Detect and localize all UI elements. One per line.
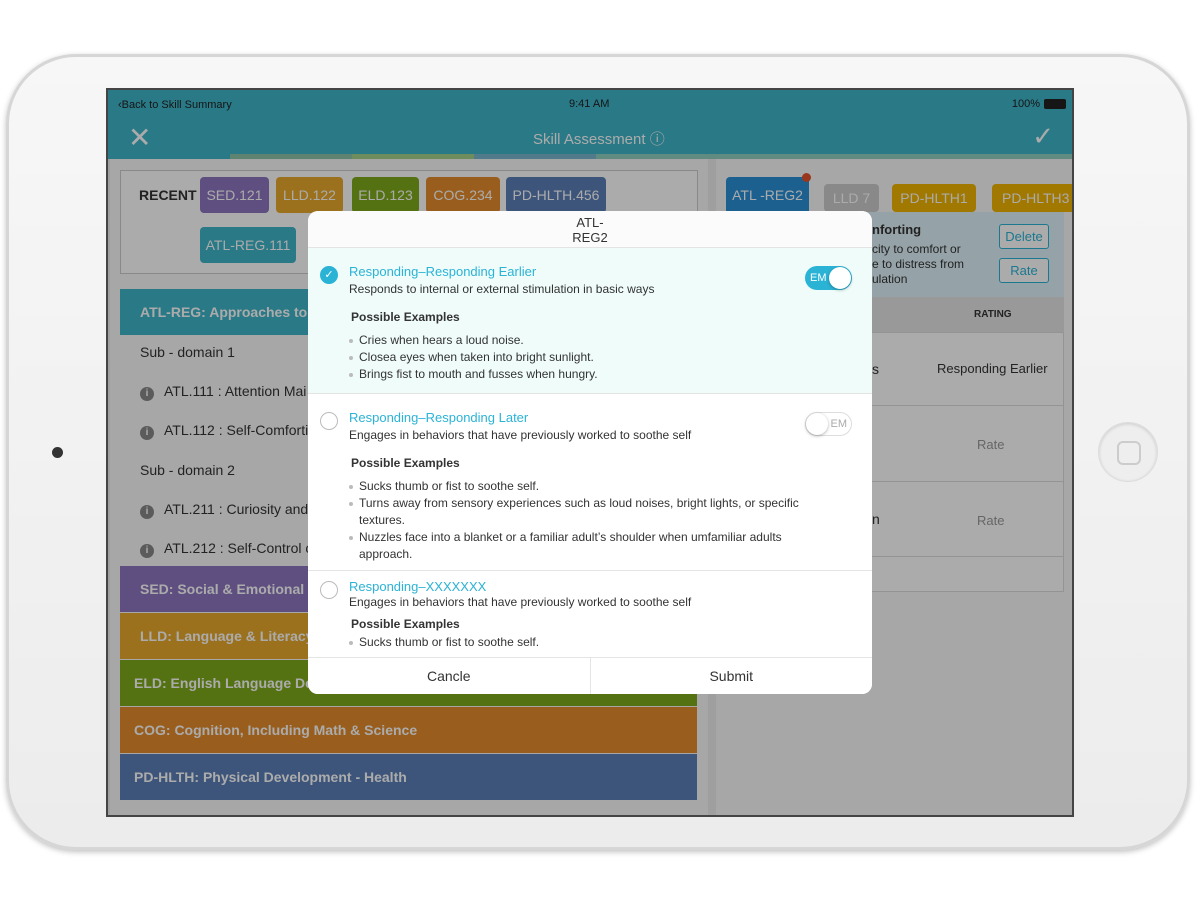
example-item: Nuzzles face into a blanket or a familia… [349, 529, 829, 563]
option-desc: Engages in behaviors that have previousl… [349, 428, 692, 442]
examples-label: Possible Examples [351, 310, 460, 324]
example-item: Sucks thumb or fist to soothe self. [349, 634, 829, 651]
home-button[interactable] [1098, 422, 1158, 482]
modal-title: ATL- REG2 [308, 211, 872, 248]
option-title: Responding–XXXXXXX [349, 579, 487, 594]
cancel-button[interactable]: Cancle [308, 658, 591, 694]
modal-footer: Cancle Submit [308, 657, 872, 694]
toggle-label: EM [810, 272, 827, 284]
option-responding-later[interactable]: Responding–Responding Later Engages in b… [308, 394, 872, 571]
rating-modal: ATL- REG2 ✓ Responding–Responding Earlier… [308, 211, 872, 694]
camera-icon [52, 447, 63, 458]
option-responding-xxxxxxx[interactable]: Responding–XXXXXXX Engages in behaviors … [308, 571, 872, 657]
option-desc: Engages in behaviors that have previousl… [349, 595, 692, 609]
option-title: Responding–Responding Later [349, 410, 529, 425]
option-desc: Responds to internal or external stimula… [349, 282, 655, 296]
example-item: Closea eyes when taken into bright sunli… [349, 349, 829, 366]
option-responding-earlier[interactable]: ✓ Responding–Responding Earlier Responds… [308, 248, 872, 394]
screen: ‹Back to Skill Summary 9:41 AM 100% ✕ Sk… [106, 88, 1074, 817]
option-title: Responding–Responding Earlier [349, 264, 537, 279]
example-item: Sucks thumb or fist to soothe self. [349, 478, 829, 495]
example-item: Turns away from sensory experiences such… [349, 495, 829, 529]
toggle-label: EM [830, 418, 848, 430]
title-line: ATL- [576, 215, 604, 230]
examples-label: Possible Examples [351, 456, 460, 470]
em-toggle[interactable]: EM [805, 412, 852, 436]
title-line: REG2 [572, 230, 608, 245]
submit-button[interactable]: Submit [591, 658, 873, 694]
em-toggle[interactable]: EM [805, 266, 852, 290]
examples-label: Possible Examples [351, 617, 460, 631]
example-item: Cries when hears a loud noise. [349, 332, 829, 349]
radio-icon[interactable] [320, 581, 338, 599]
radio-icon[interactable] [320, 412, 338, 430]
check-icon[interactable]: ✓ [320, 266, 338, 284]
example-item: Brings fist to mouth and fusses when hun… [349, 366, 829, 383]
